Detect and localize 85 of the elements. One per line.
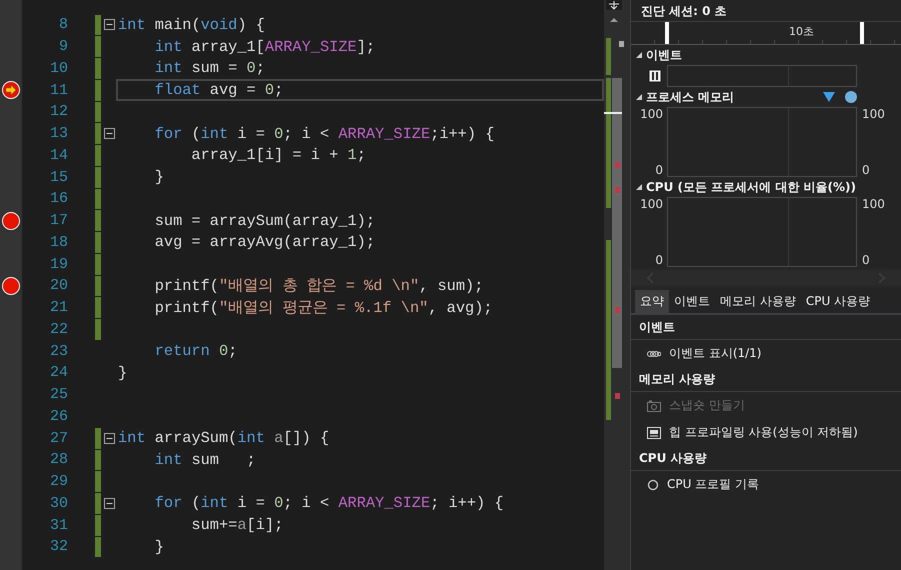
section-title: 이벤트 [646, 46, 682, 64]
axis-label: 100 [640, 107, 663, 121]
timeline-ruler[interactable]: 10초 [631, 22, 901, 45]
line-number: 10 [48, 60, 68, 77]
session-title: 진단 세션: 0 초 [631, 0, 901, 22]
axis-label: 100 [640, 197, 663, 211]
code-line: printf("배열의 평균은 = %.1f \n", avg); [154, 298, 493, 318]
line-number: 11 [48, 82, 68, 99]
code-line: return 0; [154, 342, 238, 360]
collapse-icon[interactable] [104, 432, 115, 444]
tab[interactable]: 메모리 사용량 [715, 290, 801, 313]
tab[interactable]: 이벤트 [669, 290, 715, 313]
axis-label: 0 [655, 163, 663, 177]
memory-chip-icon [647, 426, 661, 438]
breakpoint-icon[interactable] [2, 276, 20, 295]
code-line: int array_1[ARRAY_SIZE]; [154, 38, 376, 56]
line-number: 19 [48, 256, 68, 273]
line-number: 20 [48, 277, 68, 294]
triangle-marker-icon [823, 92, 835, 102]
line-number: 14 [48, 146, 68, 164]
code-line: } [154, 538, 164, 556]
code-line: for (int i = 0; i < ARRAY_SIZE;i++) { [154, 124, 494, 143]
pause-icon[interactable] [649, 70, 661, 82]
collapse-icon[interactable] [104, 19, 115, 30]
group-header: 이벤트 [631, 315, 901, 340]
tab[interactable]: CPU 사용량 [800, 290, 876, 313]
action-item[interactable]: 힙 프로파일링 사용(성능이 저하됨) [631, 419, 901, 446]
axis-label: 0 [862, 253, 870, 267]
line-number: 22 [48, 320, 68, 338]
collapse-icon[interactable] [635, 93, 643, 101]
code-line: sum+=a[i]; [190, 516, 284, 534]
breakpoint-icon[interactable] [2, 212, 20, 230]
section-title: 프로세스 메모리 [646, 88, 734, 106]
code-line: printf("배열의 총 합은 = %d \n", sum); [154, 276, 484, 296]
line-number: 23 [48, 342, 68, 360]
line-number: 24 [48, 364, 68, 382]
code-line: int sum ; [154, 450, 256, 469]
code-line: } [118, 364, 128, 382]
code-line: for (int i = 0; i < ARRAY_SIZE; i++) { [154, 494, 504, 512]
circle-marker-icon [845, 91, 857, 103]
code-line: float avg = 0; [154, 81, 284, 100]
code-line: int arraySum(int a[]) { [118, 429, 330, 448]
section-title: CPU (모든 프로세서에 대한 비율(%)) [646, 178, 856, 196]
collapse-icon[interactable] [104, 128, 115, 140]
line-number: 18 [48, 234, 68, 251]
group-header: 메모리 사용량 [631, 367, 901, 392]
current-line-breakpoint-icon[interactable] [2, 81, 20, 100]
line-number: 17 [48, 212, 68, 230]
record-icon [647, 478, 659, 490]
line-number: 15 [48, 168, 68, 186]
line-number: 16 [48, 190, 68, 208]
line-number: 27 [48, 430, 68, 447]
code-line: } [154, 168, 164, 186]
line-number: 31 [48, 516, 68, 534]
action-item[interactable]: 이벤트 표시(1/1) [631, 340, 901, 367]
group-header: CPU 사용량 [631, 446, 901, 471]
line-number: 21 [48, 299, 68, 316]
line-number: 28 [48, 451, 68, 468]
events-icon [647, 350, 661, 358]
line-number: 30 [48, 494, 68, 512]
collapse-icon[interactable] [635, 51, 643, 59]
line-number: 32 [48, 538, 68, 556]
axis-label: 0 [655, 253, 663, 267]
collapse-icon[interactable] [635, 183, 643, 191]
code-line: avg = arrayAvg(array_1); [154, 233, 376, 252]
action-item[interactable]: CPU 프로필 기록 [631, 471, 901, 498]
code-line: sum = arraySum(array_1); [154, 212, 376, 230]
line-number: 9 [58, 38, 68, 56]
code-line: int main(void) { [118, 16, 265, 34]
line-number: 12 [48, 103, 68, 120]
tab[interactable]: 요약 [635, 290, 669, 313]
collapse-icon[interactable] [104, 498, 115, 509]
camera-icon [647, 400, 661, 412]
line-number: 29 [48, 473, 68, 490]
horizontal-scroll-bar[interactable] [631, 270, 901, 286]
code-line: int sum = 0; [154, 59, 265, 78]
axis-label: 100 [862, 197, 885, 211]
line-number: 25 [48, 386, 68, 404]
axis-label: 0 [862, 163, 870, 177]
line-number: 8 [58, 16, 68, 34]
code-line: array_1[i] = i + 1; [190, 146, 366, 164]
scroll-bar[interactable] [604, 0, 630, 570]
axis-label: 100 [862, 107, 885, 121]
line-number: 26 [48, 408, 68, 425]
line-number: 13 [48, 125, 68, 142]
